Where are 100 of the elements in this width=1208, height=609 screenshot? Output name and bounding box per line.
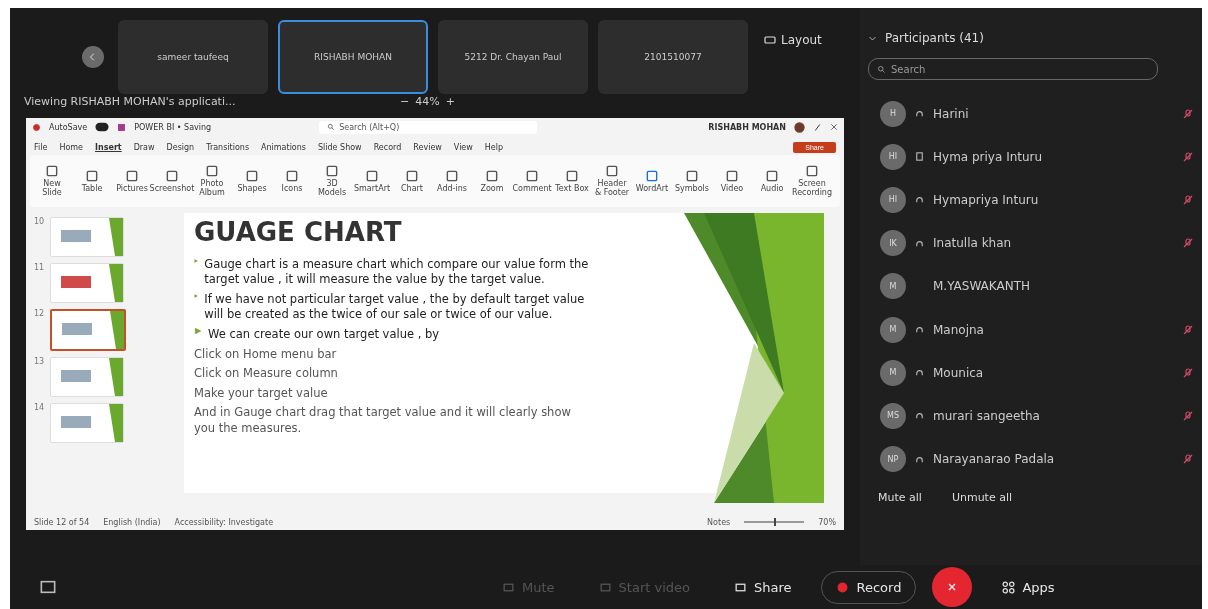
zoom-out-button[interactable]: − [394, 94, 416, 108]
participant-avatar: H [880, 100, 906, 127]
ribbon-button[interactable]: Audio [754, 168, 790, 194]
participant-name: Hyma priya Inturu [933, 149, 1044, 164]
menu-tab[interactable]: Home [59, 143, 83, 152]
participant-row[interactable]: M M.YASWAKANTH [868, 264, 1194, 308]
participant-name: Mounica [933, 365, 985, 380]
ribbon-icon [245, 168, 259, 183]
ribbon-button[interactable]: Video [714, 168, 750, 194]
ribbon-icon [445, 168, 459, 183]
participant-name: Hymapriya Inturu [933, 192, 1040, 207]
ribbon-button[interactable]: SmartArt [354, 168, 390, 194]
participant-avatar: IK [880, 230, 906, 257]
slide-number: 11 [34, 263, 46, 274]
control-button[interactable]: Share [719, 571, 806, 603]
step-text: Click on Measure column [194, 366, 339, 382]
ribbon-button[interactable]: New Slide [34, 164, 70, 198]
save-icon [117, 122, 127, 132]
captions-button[interactable] [40, 579, 56, 595]
apps-icon [1002, 580, 1016, 594]
ribbon-button[interactable]: Chart [394, 168, 430, 194]
ribbon-button[interactable]: Header & Footer [594, 164, 630, 198]
menu-tab[interactable]: Record [373, 143, 402, 152]
ribbon-button[interactable]: Table [74, 168, 110, 194]
ribbon-button[interactable]: Shapes [234, 168, 270, 194]
menu-tab[interactable]: Transitions [206, 143, 250, 152]
ribbon-button[interactable]: Icons [274, 168, 310, 194]
user-name: RISHABH MOHAN [708, 122, 786, 132]
ribbon-button[interactable]: WordArt [634, 168, 670, 194]
participant-search-field[interactable]: Search [868, 58, 1158, 80]
video-tile[interactable]: 2101510077 [598, 20, 748, 94]
participant-avatar: MS [880, 402, 906, 429]
ribbon-icon [405, 168, 419, 183]
toggle-icon [95, 120, 110, 134]
menu-tab[interactable]: Help [484, 143, 504, 152]
menu-tab[interactable]: Design [166, 143, 195, 152]
bullet-icon [194, 291, 199, 300]
back-button[interactable] [82, 46, 104, 68]
ribbon-icon [685, 168, 699, 183]
slide-number: 13 [34, 357, 46, 368]
ribbon-icon [765, 168, 779, 183]
zoom-slider-thumb[interactable] [774, 518, 777, 526]
menu-tab[interactable]: Animations [261, 143, 306, 152]
participant-name: Manojna [933, 322, 985, 337]
ribbon-button[interactable]: Add-ins [434, 168, 470, 194]
participant-name: Harini [933, 106, 970, 121]
zoom-percent: 70% [818, 517, 836, 527]
ribbon-button[interactable]: Photo Album [194, 164, 230, 198]
unmute-all-button[interactable]: Unmute all [951, 490, 1013, 504]
video-tile[interactable]: RISHABH MOHAN [278, 20, 428, 94]
slide-number: 12 [34, 309, 46, 320]
mute-all-button[interactable]: Mute all [878, 490, 922, 504]
participant-name: murari sangeetha [933, 408, 1041, 423]
bullet-text: We can create our own target value , by [208, 326, 440, 342]
end-call-button[interactable] [932, 567, 973, 607]
autosave-label: AutoSave [49, 122, 88, 132]
ribbon-icon [85, 168, 99, 183]
zoom-in-button[interactable]: + [439, 94, 461, 108]
ribbon-icon [485, 168, 499, 183]
ribbon-icon [605, 164, 619, 179]
ribbon-icon [165, 168, 179, 183]
ribbon-icon [285, 168, 299, 183]
video-tile[interactable]: 5212 Dr. Chayan Paul [438, 20, 588, 94]
menu-tab[interactable]: Draw [133, 143, 155, 152]
ribbon-icon [125, 168, 139, 183]
menu-tab[interactable]: File [34, 143, 48, 152]
menu-tab[interactable]: Review [413, 143, 442, 152]
ribbon-button[interactable]: 3D Models [314, 164, 350, 198]
step-text: Click on Home menu bar [194, 346, 338, 363]
participant-name: M.YASWAKANTH [933, 279, 1031, 294]
participant-avatar: M [880, 359, 906, 386]
ribbon-button[interactable]: Text Box [554, 168, 590, 194]
notes-button[interactable]: Notes [707, 517, 731, 527]
ribbon-button[interactable]: Comment [514, 168, 550, 194]
ribbon-button[interactable]: Zoom [474, 168, 510, 194]
slide-thumbnail[interactable] [50, 309, 126, 351]
ribbon-icon [645, 168, 659, 183]
bullet-icon [194, 257, 199, 265]
participant-name: Narayanarao Padala [933, 452, 1056, 467]
ribbon-button[interactable]: Symbols [674, 168, 710, 194]
menu-tab[interactable]: View [453, 143, 473, 152]
layout-button[interactable]: Layout [758, 32, 828, 48]
step-text: Make your target value [194, 385, 329, 402]
ribbon-icon [805, 164, 819, 179]
menu-tab[interactable]: Insert [95, 143, 122, 152]
video-tile[interactable]: sameer taufeeq [118, 20, 268, 94]
search-icon [877, 64, 886, 74]
ribbon-icon [565, 168, 579, 183]
menu-tab[interactable]: Slide Show [318, 143, 362, 152]
search-field[interactable]: Search (Alt+Q) [319, 120, 538, 134]
captions-icon [40, 579, 56, 595]
participant-avatar: M [880, 316, 906, 343]
apps-button[interactable]: Apps [988, 571, 1069, 603]
ribbon-button[interactable]: Screen Recording [794, 164, 830, 198]
ribbon-icon [205, 164, 219, 179]
ribbon-icon [325, 164, 339, 179]
file-title: POWER BI • Saving [134, 122, 212, 132]
ribbon-button[interactable]: Pictures [114, 168, 150, 194]
bullet-text: If we have not particular target value , the by default target value will be created as the twice of our sale or twice of our value. [204, 291, 586, 322]
phone-icon [914, 151, 925, 163]
